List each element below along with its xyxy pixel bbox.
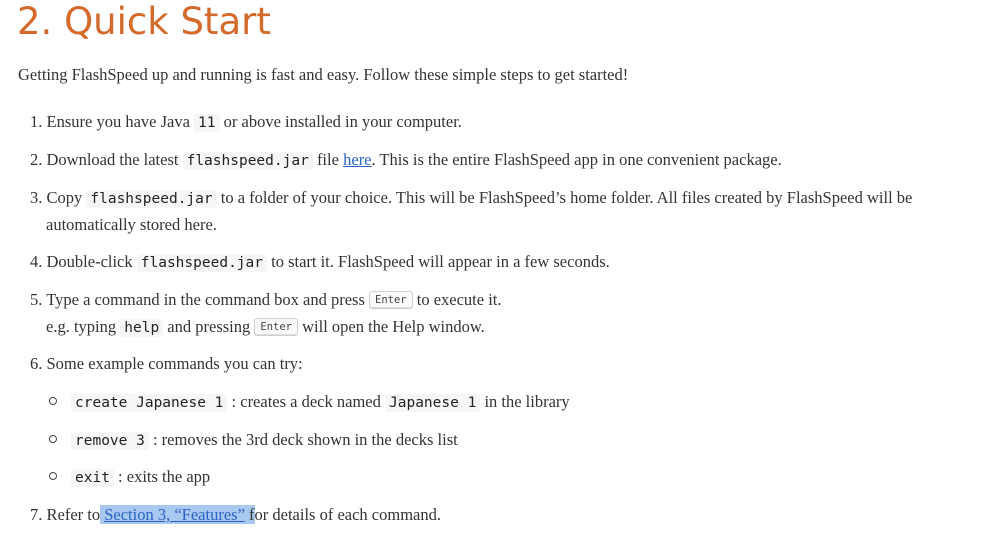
example-item: create Japanese 1 : creates a deck named… <box>49 391 570 414</box>
example-text: in the library <box>484 392 570 411</box>
text-selection: Section 3, “Features” f <box>100 505 255 524</box>
step-text: Some example commands you can try: <box>46 354 303 373</box>
enter-key: Enter <box>369 291 413 309</box>
step-text: Download the latest <box>46 150 179 169</box>
step-5-example: e.g. typing help and pressing Enter will… <box>46 316 485 340</box>
inline-code: remove 3 <box>71 432 149 450</box>
inline-code: flashspeed.jar <box>86 190 217 208</box>
inline-code: Japanese 1 <box>385 394 481 412</box>
step-4: 4. Double-click flashspeed.jar to start … <box>30 251 610 274</box>
step-text: Type a command in the command box and pr… <box>46 290 365 309</box>
section-heading: 2. Quick Start <box>17 0 271 43</box>
step-1: 1. Ensure you have Java 11 or above inst… <box>30 111 462 134</box>
bullet-icon <box>49 435 57 443</box>
step-5: 5. Type a command in the command box and… <box>30 289 502 313</box>
step-number: 4. <box>30 252 43 271</box>
intro-paragraph: Getting FlashSpeed up and running is fas… <box>18 65 629 84</box>
step-text: to a folder of your choice. This will be… <box>220 188 913 207</box>
bullet-icon <box>49 397 57 405</box>
inline-code: create Japanese 1 <box>71 394 228 412</box>
example-item: remove 3 : removes the 3rd deck shown in… <box>49 429 458 452</box>
step-7: 7. Refer to Section 3, “Features” for de… <box>30 504 441 526</box>
step-number: 6. <box>30 354 43 373</box>
step-text: Copy <box>46 188 83 207</box>
step-text: Ensure you have Java <box>46 112 190 131</box>
step-text: . This is the entire FlashSpeed app in o… <box>371 150 782 169</box>
features-section-link[interactable]: Section 3, “Features” <box>104 505 245 524</box>
step-number: 2. <box>30 150 43 169</box>
step-text: e.g. typing <box>46 317 117 336</box>
step-text: or details of each command. <box>254 505 442 524</box>
step-number: 3. <box>30 188 43 207</box>
example-item: exit : exits the app <box>49 466 210 489</box>
quick-start-section: 2. Quick Start Getting FlashSpeed up and… <box>0 0 982 549</box>
step-3: 3. Copy flashspeed.jar to a folder of yo… <box>30 187 912 210</box>
inline-code: exit <box>71 469 114 487</box>
inline-code: flashspeed.jar <box>182 152 313 170</box>
enter-key: Enter <box>254 318 298 336</box>
step-3-continuation: automatically stored here. <box>46 215 217 234</box>
step-text: Double-click <box>46 252 133 271</box>
inline-code: 11 <box>194 114 220 132</box>
step-text: and pressing <box>167 317 251 336</box>
step-number: 1. <box>30 112 43 131</box>
step-text: will open the Help window. <box>302 317 485 336</box>
example-text: : exits the app <box>118 467 211 486</box>
step-6: 6. Some example commands you can try: <box>30 353 303 375</box>
step-number: 5. <box>30 290 43 309</box>
step-2: 2. Download the latest flashspeed.jar fi… <box>30 149 782 172</box>
example-text: : removes the 3rd deck shown in the deck… <box>152 430 458 449</box>
step-text: Refer to <box>46 505 101 524</box>
bullet-icon <box>49 472 57 480</box>
download-here-link[interactable]: here <box>343 150 371 169</box>
step-text: file <box>316 150 339 169</box>
inline-code: help <box>120 319 164 337</box>
step-text: to execute it. <box>416 290 502 309</box>
inline-code: flashspeed.jar <box>136 254 267 272</box>
step-text: to start it. FlashSpeed will appear in a… <box>271 252 610 271</box>
example-text: : creates a deck named <box>231 392 381 411</box>
step-text: or above installed in your computer. <box>223 112 462 131</box>
step-number: 7. <box>30 505 43 524</box>
